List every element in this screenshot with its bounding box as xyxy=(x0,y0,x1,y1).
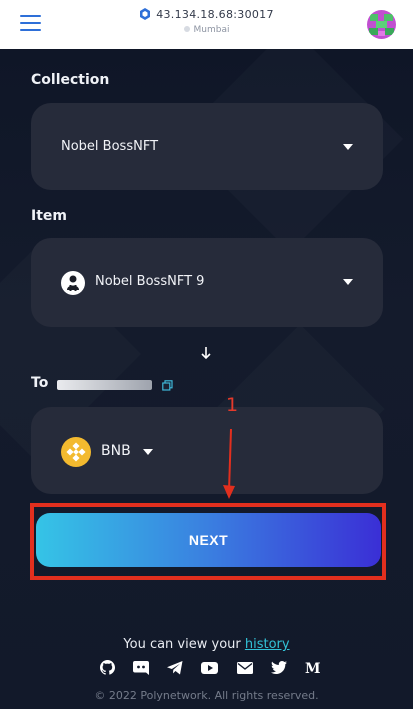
chevron-down-icon xyxy=(143,449,153,455)
to-label: To xyxy=(31,375,49,391)
bnb-icon xyxy=(61,437,91,467)
svg-text:M: M xyxy=(305,661,320,674)
polynetwork-icon xyxy=(140,8,151,20)
wallet-avatar[interactable] xyxy=(367,10,396,39)
node-address: 43.134.18.68:30017 xyxy=(156,8,274,21)
chain-value: BNB xyxy=(101,443,131,459)
copy-icon[interactable] xyxy=(162,380,173,391)
item-select[interactable]: Nobel BossNFT 9 xyxy=(31,238,383,327)
github-icon[interactable] xyxy=(100,660,115,675)
recipient-address-redacted xyxy=(57,380,152,390)
social-links: M xyxy=(100,660,320,675)
arrow-down-icon xyxy=(201,347,211,360)
copyright-text: © 2022 Polynetwork. All rights reserved. xyxy=(94,689,319,702)
annotation-arrow-icon xyxy=(223,429,235,499)
chevron-down-icon xyxy=(343,279,353,285)
collection-select[interactable]: Nobel BossNFT xyxy=(31,103,383,190)
youtube-icon[interactable] xyxy=(201,661,219,674)
node-info[interactable]: 43.134.18.68:30017 Mumbai xyxy=(0,8,413,35)
history-line: You can view your history xyxy=(0,637,413,652)
step-annotation-number: 1 xyxy=(226,394,239,416)
telegram-icon[interactable] xyxy=(167,660,183,675)
status-dot-icon xyxy=(183,26,190,32)
bridge-panel: Collection Nobel BossNFT Item Nobel Boss… xyxy=(0,49,413,709)
collection-value: Nobel BossNFT xyxy=(61,139,159,154)
nft-avatar-icon xyxy=(61,271,85,295)
collection-label: Collection xyxy=(31,72,110,88)
chain-select[interactable]: BNB xyxy=(31,407,383,494)
medium-icon[interactable]: M xyxy=(305,661,320,674)
history-link[interactable]: history xyxy=(245,637,290,652)
history-prefix: You can view your xyxy=(123,637,241,652)
top-header: 43.134.18.68:30017 Mumbai xyxy=(0,0,413,49)
item-label: Item xyxy=(31,208,67,224)
mail-icon[interactable] xyxy=(236,661,253,674)
discord-icon[interactable] xyxy=(133,660,150,675)
twitter-icon[interactable] xyxy=(270,661,287,674)
next-button[interactable]: NEXT xyxy=(36,513,381,567)
chevron-down-icon xyxy=(343,144,353,150)
node-location: Mumbai xyxy=(193,25,230,35)
item-value: Nobel BossNFT 9 xyxy=(95,274,205,289)
